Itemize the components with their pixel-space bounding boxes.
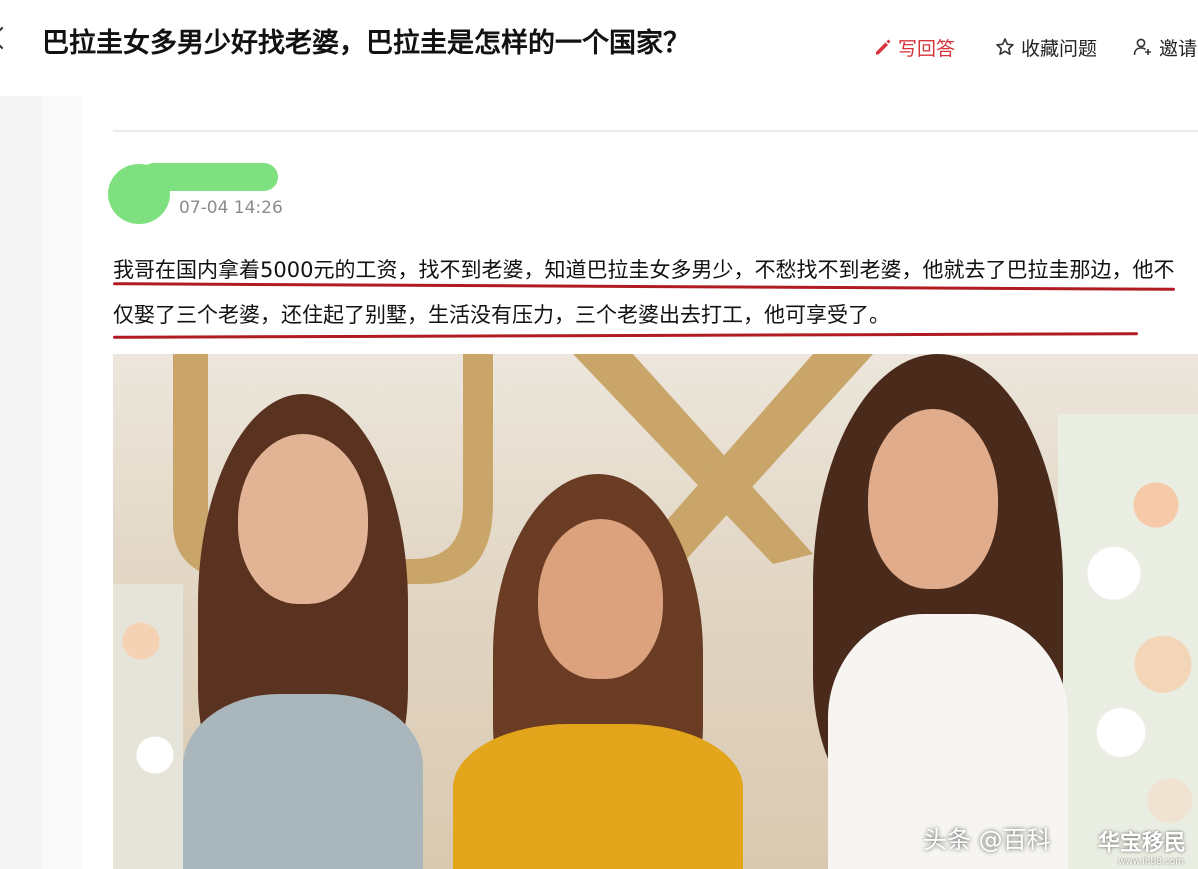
write-answer-label: 写回答 <box>898 37 956 60</box>
invite-label: 邀请 <box>1159 37 1198 60</box>
pencil-icon <box>876 39 891 55</box>
question-title: 巴拉圭女多男少好找老婆，巴拉圭是怎样的一个国家？ <box>42 28 690 59</box>
source-tag: 头条 @百科 <box>923 826 1051 854</box>
write-answer-button[interactable]: 写回答 <box>874 34 955 61</box>
answer-content: 我哥在国内拿着5000元的工资，找不到老婆，知道巴拉圭女多男少，不愁找不到老婆，… <box>113 258 1175 327</box>
person-middle <box>433 474 763 869</box>
content-divider <box>113 130 1198 132</box>
left-sidebar-background <box>0 96 42 869</box>
question-actions: 写回答 收藏问题 邀请 <box>874 30 1197 64</box>
add-user-icon <box>1133 38 1152 56</box>
invite-button[interactable]: 邀请 <box>1133 34 1197 61</box>
person-right <box>793 354 1113 869</box>
favorite-question-button[interactable]: 收藏问题 <box>995 34 1097 61</box>
watermark-url: www.ihb8.com <box>1118 857 1184 867</box>
star-icon <box>996 38 1014 55</box>
favorite-question-label: 收藏问题 <box>1021 37 1098 60</box>
answer-timestamp: 07-04 14:26 <box>179 198 283 218</box>
watermark-logo: 华宝移民 <box>1097 831 1186 856</box>
left-gutter <box>42 96 82 869</box>
answer-photo[interactable]: 头条 @百科 华宝移民 www.ihb8.com <box>113 354 1198 869</box>
person-left <box>153 394 453 869</box>
author-name-redacted[interactable] <box>140 163 278 191</box>
back-arrow-icon[interactable] <box>0 26 14 50</box>
